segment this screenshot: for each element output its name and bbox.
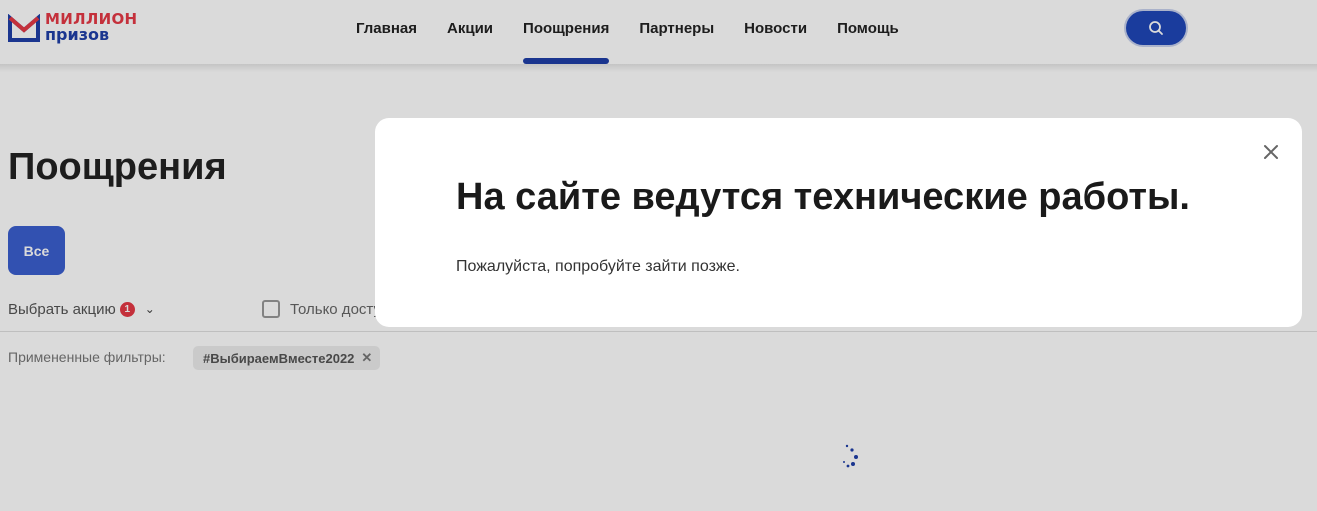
maintenance-modal: На сайте ведутся технические работы. Пож… (375, 118, 1302, 327)
modal-message: Пожалуйста, попробуйте зайти позже. (456, 258, 740, 275)
close-icon[interactable] (1261, 142, 1281, 162)
modal-title: На сайте ведутся технические работы. (456, 176, 1190, 218)
